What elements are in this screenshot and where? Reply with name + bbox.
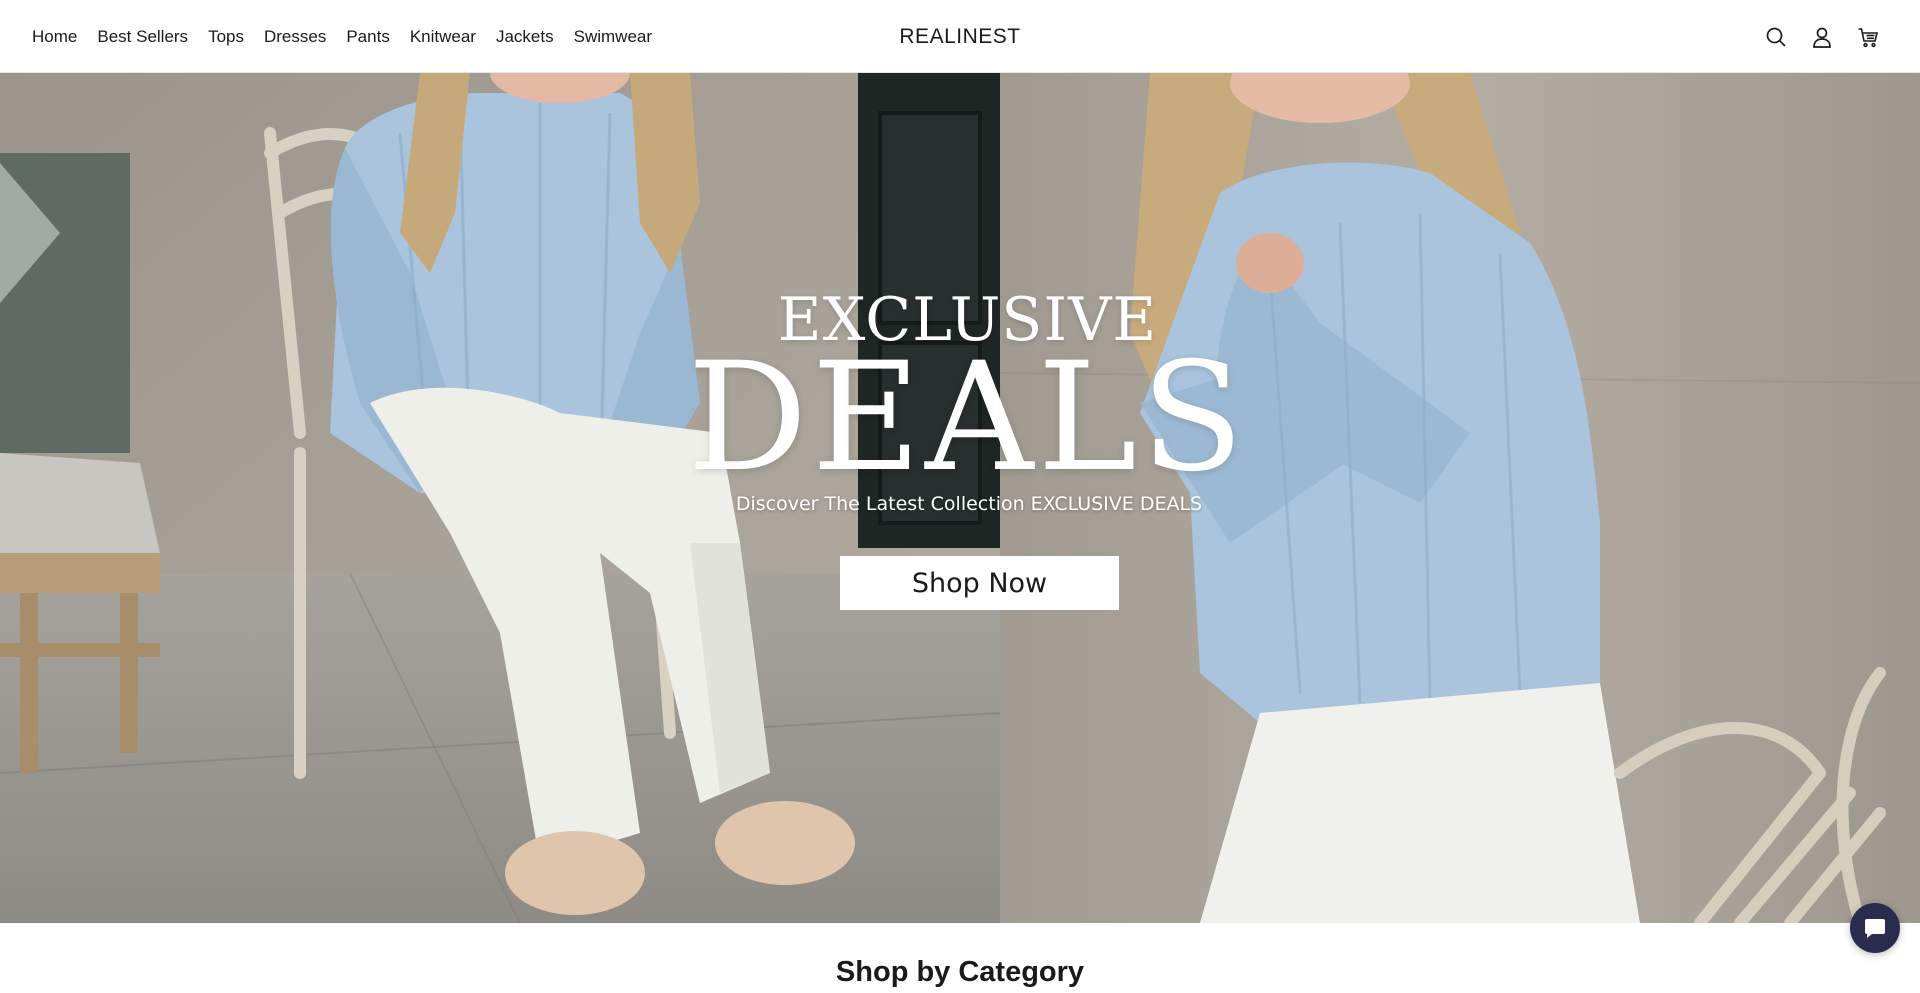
section-title-shop-by-category: Shop by Category (835, 956, 1085, 988)
cart-icon[interactable] (1856, 25, 1880, 49)
search-icon[interactable] (1764, 25, 1788, 49)
nav-pants[interactable]: Pants (346, 27, 389, 47)
nav-jackets[interactable]: Jackets (496, 27, 554, 47)
nav-home[interactable]: Home (32, 27, 77, 47)
nav-dresses[interactable]: Dresses (264, 27, 326, 47)
nav-swimwear[interactable]: Swimwear (574, 27, 652, 47)
account-icon[interactable] (1810, 25, 1834, 49)
shop-now-button[interactable]: Shop Now (840, 556, 1119, 610)
header-icons (1764, 0, 1880, 73)
hero-banner: EXCLUSIVE DEALS Discover The Latest Coll… (0, 73, 1920, 923)
hero-image-right (1000, 73, 1920, 923)
nav-knitwear[interactable]: Knitwear (410, 27, 476, 47)
site-header: Home Best Sellers Tops Dresses Pants Kni… (0, 0, 1920, 73)
nav-tops[interactable]: Tops (208, 27, 244, 47)
brand-logo[interactable]: REALINEST (899, 25, 1020, 49)
nav-best-sellers[interactable]: Best Sellers (97, 27, 188, 47)
main-nav: Home Best Sellers Tops Dresses Pants Kni… (32, 0, 672, 73)
hero-image-left (0, 73, 1000, 923)
chat-bubble-icon[interactable] (1850, 903, 1900, 953)
